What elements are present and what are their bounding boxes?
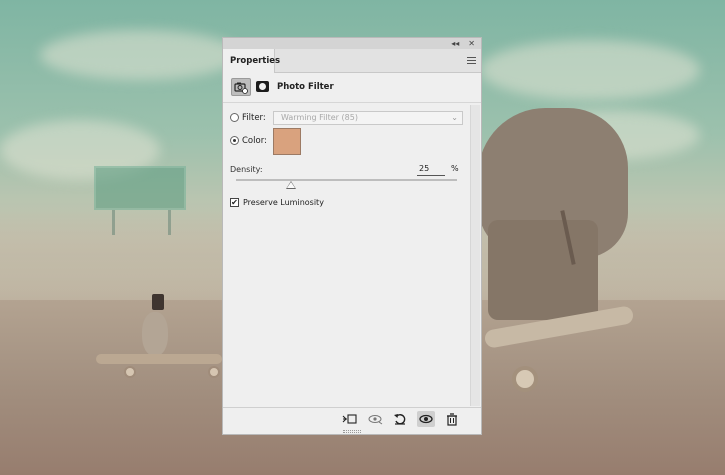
preserve-luminosity-checkbox[interactable]: ✔ — [230, 198, 239, 207]
properties-panel: ◂◂ ✕ Properties Photo Filter Filter: War… — [222, 37, 482, 435]
color-swatch[interactable] — [273, 128, 301, 155]
filter-select-value: Warming Filter (85) — [281, 113, 358, 122]
mouse — [142, 312, 168, 356]
panel-menu-icon[interactable] — [467, 57, 476, 65]
adjustment-title: Photo Filter — [277, 82, 334, 92]
panel-scrollbar[interactable] — [470, 105, 480, 406]
density-input[interactable]: 25 — [417, 164, 445, 176]
reset-icon[interactable] — [391, 411, 409, 427]
chevron-down-icon: ⌄ — [451, 113, 458, 122]
layer-mask-icon[interactable] — [256, 81, 269, 92]
visibility-eye-icon[interactable] — [417, 411, 435, 427]
density-slider-thumb[interactable] — [286, 181, 297, 189]
trash-icon[interactable] — [443, 411, 461, 427]
close-icon[interactable]: ✕ — [468, 38, 475, 49]
preserve-luminosity-label: Preserve Luminosity — [243, 198, 324, 207]
color-label: Color: — [242, 136, 267, 146]
panel-bottom-toolbar — [223, 407, 481, 429]
small-skateboard — [96, 354, 222, 364]
density-label: Density: — [230, 165, 263, 174]
view-previous-state-icon[interactable] — [367, 411, 385, 427]
adjustment-header: Photo Filter — [223, 73, 481, 103]
tab-properties[interactable]: Properties — [223, 49, 280, 73]
road-sign — [94, 166, 186, 210]
filter-select[interactable]: Warming Filter (85) ⌄ — [273, 111, 463, 125]
adjustment-layer-icon[interactable] — [231, 78, 251, 96]
density-unit: % — [451, 164, 459, 173]
panel-resize-grip[interactable] — [343, 430, 361, 433]
filter-label: Filter: — [242, 113, 266, 123]
clip-to-layer-icon[interactable] — [341, 411, 359, 427]
density-slider-track[interactable] — [236, 179, 457, 181]
color-radio[interactable] — [230, 136, 239, 145]
panel-titlebar: ◂◂ ✕ — [223, 38, 481, 49]
double-chevron-left-icon[interactable]: ◂◂ — [451, 38, 459, 49]
panel-tab-row: Properties — [223, 49, 481, 73]
filter-radio[interactable] — [230, 113, 239, 122]
